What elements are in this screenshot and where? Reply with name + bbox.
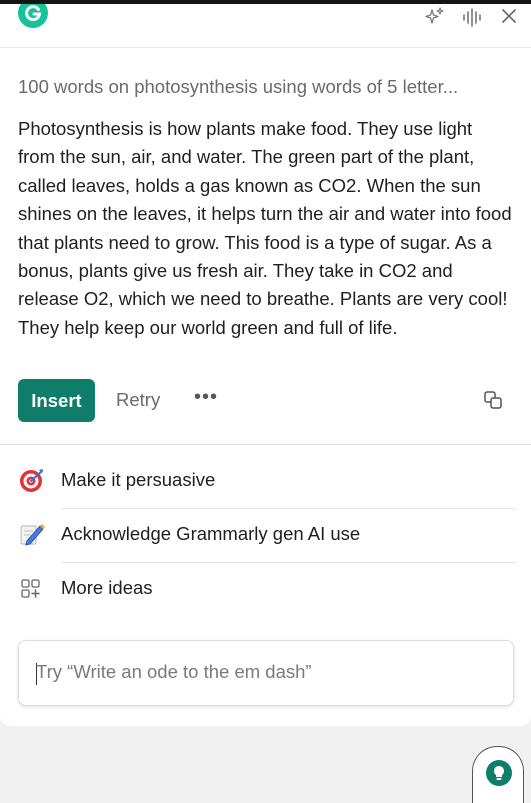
suggestion-label: More ideas bbox=[61, 577, 153, 598]
grid-plus-icon bbox=[18, 575, 46, 601]
close-icon[interactable] bbox=[499, 6, 519, 31]
grammarly-logo-icon bbox=[18, 4, 48, 28]
target-icon bbox=[18, 467, 46, 493]
suggestion-acknowledge-ai-use[interactable]: Acknowledge Grammarly gen AI use bbox=[0, 507, 531, 561]
generated-response-text: Photosynthesis is how plants make food. … bbox=[18, 118, 512, 338]
retry-button[interactable]: Retry bbox=[116, 389, 160, 411]
section-divider bbox=[0, 444, 531, 445]
lightbulb-icon bbox=[486, 760, 512, 786]
insert-button[interactable]: Insert bbox=[18, 379, 95, 422]
sparkle-icon[interactable] bbox=[424, 6, 446, 33]
pen-icon bbox=[18, 521, 46, 547]
panel-header bbox=[0, 4, 531, 48]
assistant-launcher-button[interactable] bbox=[472, 746, 524, 803]
suggestion-label: Make it persuasive bbox=[61, 469, 216, 490]
audio-wave-icon[interactable] bbox=[461, 6, 483, 33]
suggestion-more-ideas[interactable]: More ideas bbox=[0, 561, 531, 615]
prompt-input[interactable]: Try “Write an ode to the em dash” bbox=[18, 640, 514, 706]
copy-icon[interactable] bbox=[483, 390, 503, 415]
suggestion-make-persuasive[interactable]: Make it persuasive bbox=[0, 453, 531, 507]
suggestion-label: Acknowledge Grammarly gen AI use bbox=[61, 523, 361, 544]
grammarly-assistant-panel: 100 words on photosynthesis using words … bbox=[0, 4, 531, 726]
prompt-title: 100 words on photosynthesis using words … bbox=[18, 76, 459, 97]
more-options-button[interactable]: ••• bbox=[194, 386, 218, 409]
prompt-input-placeholder: Try “Write an ode to the em dash” bbox=[36, 661, 312, 682]
